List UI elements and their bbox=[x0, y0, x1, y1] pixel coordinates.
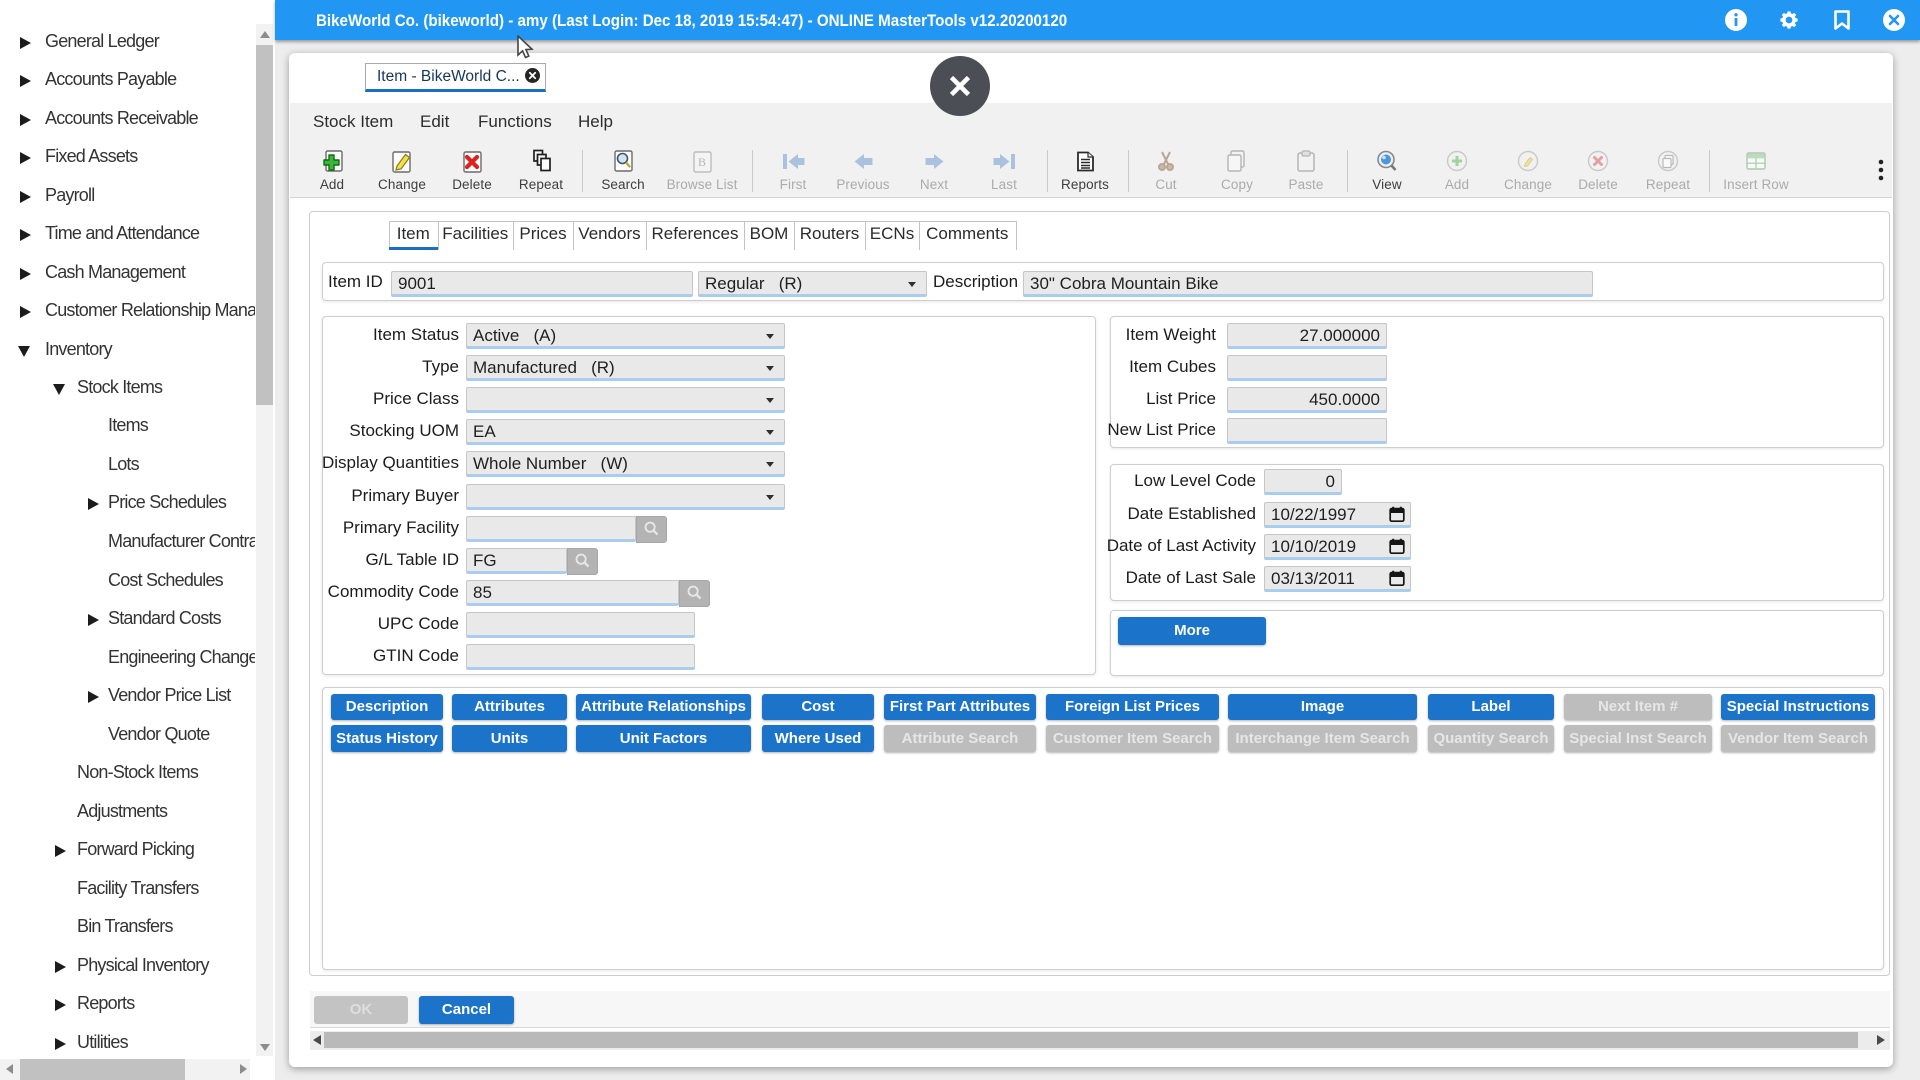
svg-text:B: B bbox=[698, 155, 706, 169]
